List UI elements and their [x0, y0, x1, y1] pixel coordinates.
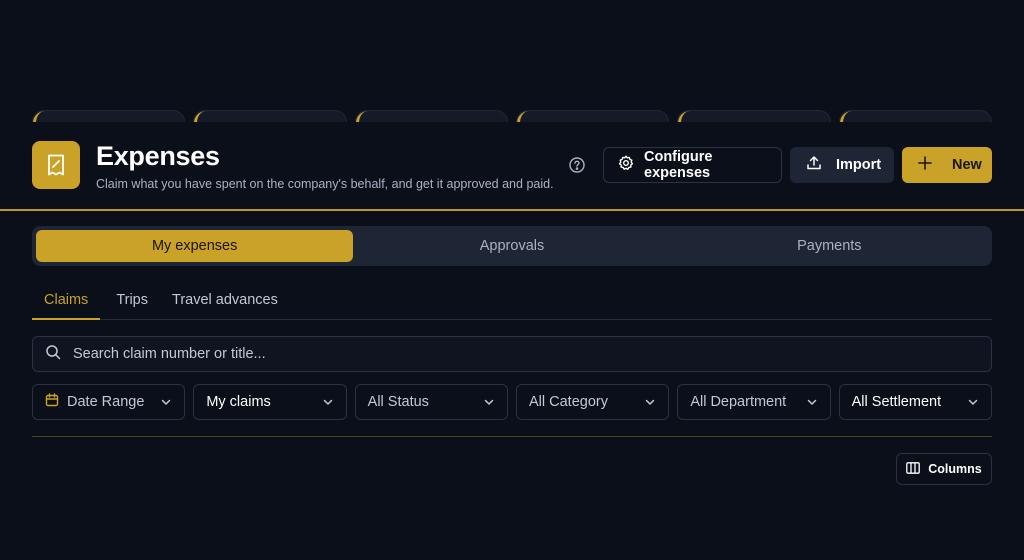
- configure-expenses-button[interactable]: Configure expenses: [603, 147, 782, 183]
- columns-label: Columns: [928, 462, 982, 476]
- segment-approvals[interactable]: Approvals: [353, 230, 670, 262]
- settlement-select[interactable]: All Settlement: [838, 384, 992, 420]
- chevron-down-icon: [644, 396, 656, 412]
- header-divider: [0, 209, 1024, 211]
- chevron-down-icon: [967, 396, 979, 412]
- search-input[interactable]: [73, 346, 991, 362]
- new-label: New: [952, 157, 982, 173]
- filter-divider: [32, 436, 992, 437]
- title-block: Expenses Claim what you have spent on th…: [96, 141, 554, 191]
- chevron-down-icon: [806, 396, 818, 412]
- tab-claims[interactable]: Claims: [32, 284, 101, 320]
- upload-icon: [806, 155, 822, 175]
- gear-icon: [618, 155, 634, 175]
- page-subtitle: Claim what you have spent on the company…: [96, 177, 554, 191]
- columns-icon: [906, 461, 921, 477]
- status-select[interactable]: All Status: [354, 384, 508, 420]
- search-bar: [32, 336, 992, 372]
- department-select[interactable]: All Department: [677, 384, 831, 420]
- claims-owner-select[interactable]: My claims: [193, 384, 347, 420]
- sub-tabs: Claims Trips Travel advances: [32, 284, 992, 320]
- tab-trips[interactable]: Trips: [100, 284, 160, 320]
- search-icon: [45, 344, 61, 365]
- configure-expenses-label: Configure expenses: [644, 149, 713, 181]
- filter-bar: Date Range My claims All Status All Cate…: [32, 384, 992, 420]
- stat-card[interactable]: [838, 110, 992, 122]
- category-select[interactable]: All Category: [515, 384, 670, 420]
- plus-icon: [918, 156, 932, 174]
- date-range-label: Date Range: [67, 394, 145, 410]
- view-segmented-control: My expenses Approvals Payments: [32, 226, 992, 266]
- department-label: All Department: [690, 394, 787, 410]
- calendar-icon: [45, 393, 59, 411]
- chevron-down-icon: [322, 396, 334, 412]
- chevron-down-icon: [483, 396, 495, 412]
- chevron-down-icon: [160, 396, 172, 412]
- stat-card[interactable]: [354, 110, 508, 122]
- receipt-icon: [32, 141, 80, 189]
- date-range-filter[interactable]: Date Range: [32, 384, 186, 420]
- segment-payments[interactable]: Payments: [671, 230, 988, 262]
- settlement-label: All Settlement: [851, 394, 942, 410]
- category-label: All Category: [528, 394, 608, 410]
- stat-card[interactable]: [515, 110, 670, 122]
- segment-my-expenses[interactable]: My expenses: [36, 230, 354, 262]
- columns-button[interactable]: Columns: [896, 453, 992, 485]
- new-button[interactable]: New: [902, 147, 992, 183]
- page-header: Expenses Claim what you have spent on th…: [32, 141, 992, 191]
- import-label: Import: [836, 157, 882, 173]
- stat-card[interactable]: [193, 110, 347, 122]
- stat-card[interactable]: [32, 110, 186, 122]
- help-icon[interactable]: [568, 156, 586, 174]
- stat-cards-strip: [32, 110, 992, 122]
- import-button[interactable]: Import: [790, 147, 894, 183]
- page-title: Expenses: [96, 141, 220, 171]
- stat-card[interactable]: [677, 110, 831, 122]
- claims-owner-label: My claims: [206, 394, 271, 410]
- tab-travel-advances[interactable]: Travel advances: [160, 284, 290, 320]
- status-label: All Status: [367, 394, 429, 410]
